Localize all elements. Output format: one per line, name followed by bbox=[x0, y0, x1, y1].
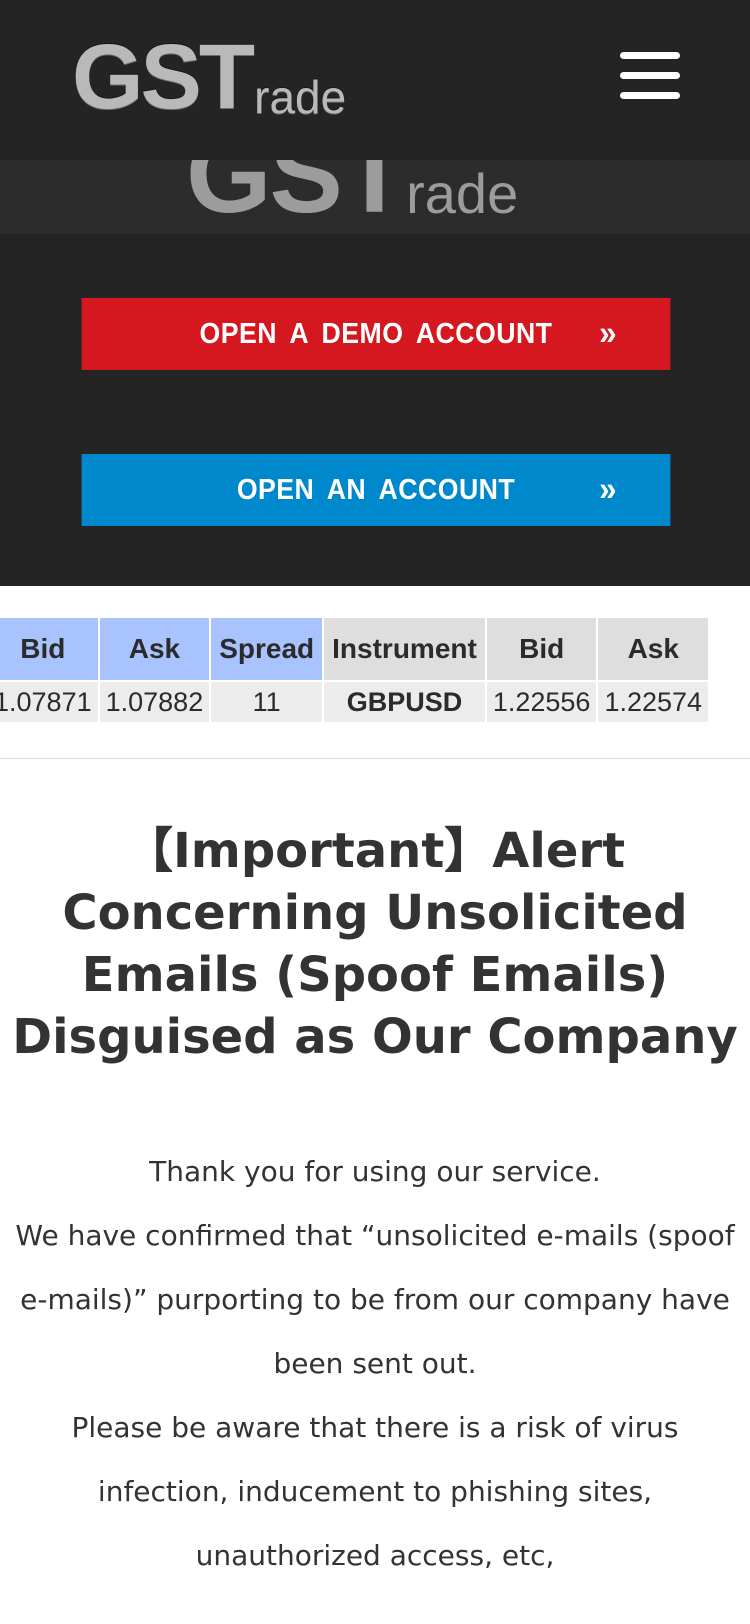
site-logo[interactable]: GST rade bbox=[72, 26, 347, 128]
rate-ticker: Bid Ask Spread Instrument Bid Ask 1.0787… bbox=[0, 618, 750, 722]
banner-logo-main: GST bbox=[186, 160, 408, 234]
rate-cell-bid: 1.07871 bbox=[0, 682, 98, 722]
article-paragraph: We have confirmed that “unsolicited e-ma… bbox=[15, 1219, 735, 1380]
rate-cell-ask: 1.07882 bbox=[99, 682, 210, 722]
rate-header-bid: Bid bbox=[0, 618, 98, 680]
rate-header-ask: Ask bbox=[598, 618, 709, 680]
rate-header-ask: Ask bbox=[99, 618, 210, 680]
rate-cell-bid: 1.22556 bbox=[486, 682, 597, 722]
article-title: 【Important】Alert Concerning Unsolicited … bbox=[12, 823, 738, 1065]
article-paragraph: Thank you for using our service. bbox=[149, 1155, 601, 1188]
banner-logo-suffix: rade bbox=[406, 162, 519, 225]
menu-icon[interactable] bbox=[620, 52, 680, 100]
open-account-label: OPEN AN ACCOUNT bbox=[236, 473, 516, 506]
logo-suffix-text: rade bbox=[254, 71, 347, 123]
logo-main-text: GST bbox=[72, 26, 255, 128]
menu-icon-bar bbox=[620, 92, 680, 99]
rate-table: Bid Ask Spread Instrument Bid Ask 1.0787… bbox=[0, 618, 710, 722]
section-divider bbox=[0, 758, 750, 759]
rate-header-bid: Bid bbox=[486, 618, 597, 680]
menu-icon-bar bbox=[620, 72, 680, 79]
rate-cell-instrument: GBPUSD bbox=[324, 682, 485, 722]
rate-header-row: Bid Ask Spread Instrument Bid Ask bbox=[0, 618, 709, 680]
news-article: 【Important】Alert Concerning Unsolicited … bbox=[0, 820, 750, 1588]
banner-logo: GST rade bbox=[186, 160, 518, 230]
hero-banner: GST rade bbox=[0, 160, 750, 234]
cta-section: OPEN A DEMO ACCOUNT » OPEN AN ACCOUNT » bbox=[0, 234, 750, 586]
site-header: GST rade bbox=[0, 0, 750, 160]
double-chevron-right-icon: » bbox=[599, 314, 618, 353]
double-chevron-right-icon: » bbox=[599, 470, 618, 509]
open-account-button[interactable]: OPEN AN ACCOUNT » bbox=[81, 454, 671, 526]
rate-row: 1.07871 1.07882 11 GBPUSD 1.22556 1.2257… bbox=[0, 682, 709, 722]
rate-header-spread: Spread bbox=[211, 618, 323, 680]
menu-icon-bar bbox=[620, 52, 680, 59]
rate-header-instrument: Instrument bbox=[324, 618, 485, 680]
rate-cell-ask: 1.22574 bbox=[598, 682, 709, 722]
rate-cell-spread: 11 bbox=[211, 682, 323, 722]
article-paragraph: Please be aware that there is a risk of … bbox=[71, 1411, 679, 1572]
open-demo-account-button[interactable]: OPEN A DEMO ACCOUNT » bbox=[81, 298, 671, 370]
open-demo-account-label: OPEN A DEMO ACCOUNT bbox=[199, 317, 553, 350]
